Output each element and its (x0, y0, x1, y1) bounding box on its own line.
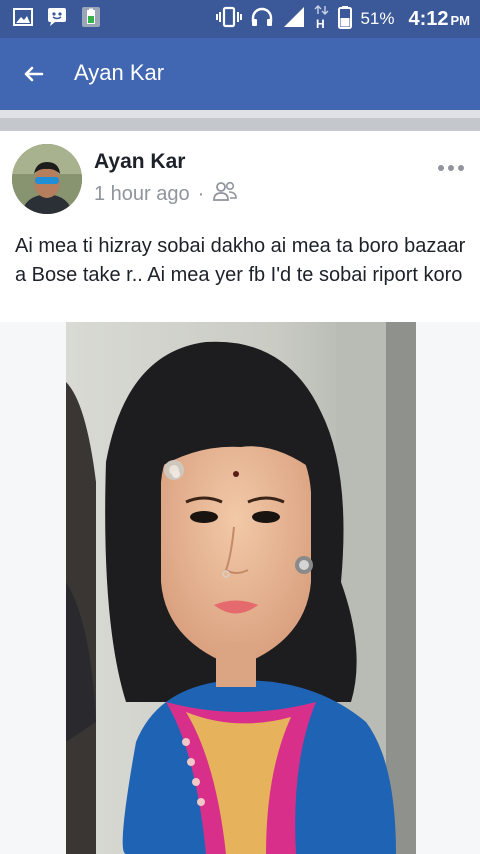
clock-time: 4:12 (408, 7, 449, 30)
more-options-icon[interactable] (436, 158, 466, 178)
headset-icon (250, 6, 274, 33)
meta-separator: · (197, 182, 205, 205)
post-author[interactable]: Ayan Kar (94, 150, 185, 174)
app-bar: Ayan Kar (0, 38, 480, 110)
back-arrow-icon[interactable] (20, 60, 48, 88)
vibrate-icon (216, 6, 243, 33)
clock: 4:12 PM (408, 8, 470, 31)
bbm-icon (46, 6, 68, 28)
gallery-icon (12, 6, 34, 28)
divider (0, 110, 480, 118)
battery-icon (338, 5, 353, 34)
page-title: Ayan Kar (74, 60, 165, 85)
battery-percent: 51% (360, 9, 395, 28)
avatar[interactable] (12, 144, 82, 214)
signal-icon (282, 6, 306, 33)
post-time[interactable]: 1 hour ago (94, 183, 190, 206)
friends-icon (212, 180, 238, 208)
post-text: Ai mea ti hizray sobai dakho ai mea ta b… (15, 235, 466, 286)
divider (0, 118, 480, 131)
post-meta: 1 hour ago · (94, 180, 238, 208)
clock-ampm: PM (450, 12, 471, 28)
status-bar: H 51% 4:12 PM (0, 0, 480, 38)
post-photo[interactable] (66, 322, 416, 854)
battery-app-icon (80, 6, 102, 28)
data-h-icon: H (314, 4, 330, 34)
svg-text:H: H (316, 17, 325, 29)
